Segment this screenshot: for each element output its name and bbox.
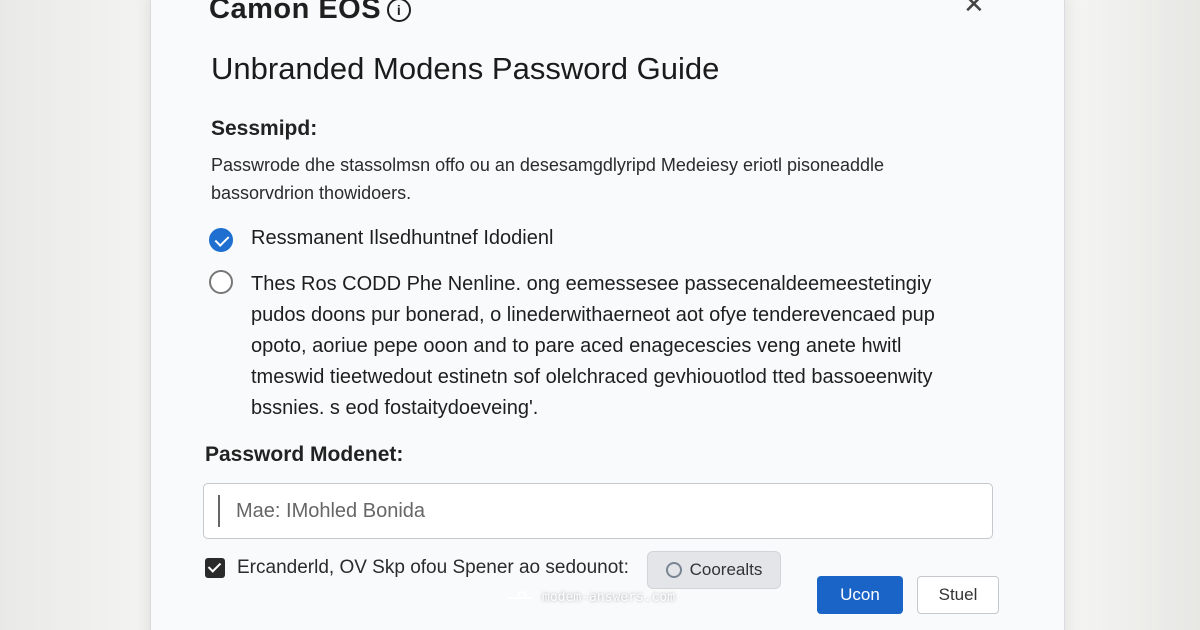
cancel-button[interactable]: Stuel <box>917 576 999 614</box>
primary-button[interactable]: Ucon <box>817 576 903 614</box>
radio-checked-icon[interactable] <box>209 228 233 252</box>
option-label: Ressmanent Ilsedhuntnef Idodienl <box>251 227 554 249</box>
dialog-title: Unbranded Modens Password Guide <box>211 51 720 86</box>
close-icon[interactable]: ✕ <box>963 0 985 17</box>
password-field-label: Password Modenet: <box>205 443 404 466</box>
radio-unchecked-icon[interactable] <box>209 270 233 294</box>
modem-icon <box>508 590 532 605</box>
secondary-pill-label: Coorealts <box>689 560 763 579</box>
section-label: Sessmipd: <box>211 117 318 140</box>
brand-name: Camon EOS <box>209 0 382 25</box>
secondary-pill-button[interactable]: Coorealts <box>647 551 781 589</box>
watermark-text: modem-answers.com <box>542 590 676 605</box>
option-recommended[interactable]: Ressmanent Ilsedhuntnef Idodienl <box>209 227 553 252</box>
option-alternative[interactable]: Thes Ros CODD Phe Nenline. ong eemessese… <box>209 269 951 424</box>
password-input[interactable] <box>203 483 993 539</box>
checkbox-checked-icon[interactable] <box>205 558 225 578</box>
text-caret <box>218 495 220 527</box>
password-guide-dialog: Camon EOS i ✕ Unbranded Modens Password … <box>150 0 1065 630</box>
checkbox-label: Ercanderld, OV Skp ofou Spener ao sedoun… <box>237 557 629 578</box>
brand-logo: Camon EOS i <box>209 0 412 26</box>
watermark: modem-answers.com <box>508 590 675 605</box>
section-description: Passwrode dhe stassolmsn offo ou an dese… <box>211 155 885 203</box>
info-icon[interactable]: i <box>387 0 412 22</box>
option-label: Thes Ros CODD Phe Nenline. ong eemessese… <box>251 273 935 419</box>
agreement-row[interactable]: Ercanderld, OV Skp ofou Spener ao sedoun… <box>205 557 629 579</box>
gear-icon <box>665 562 682 578</box>
